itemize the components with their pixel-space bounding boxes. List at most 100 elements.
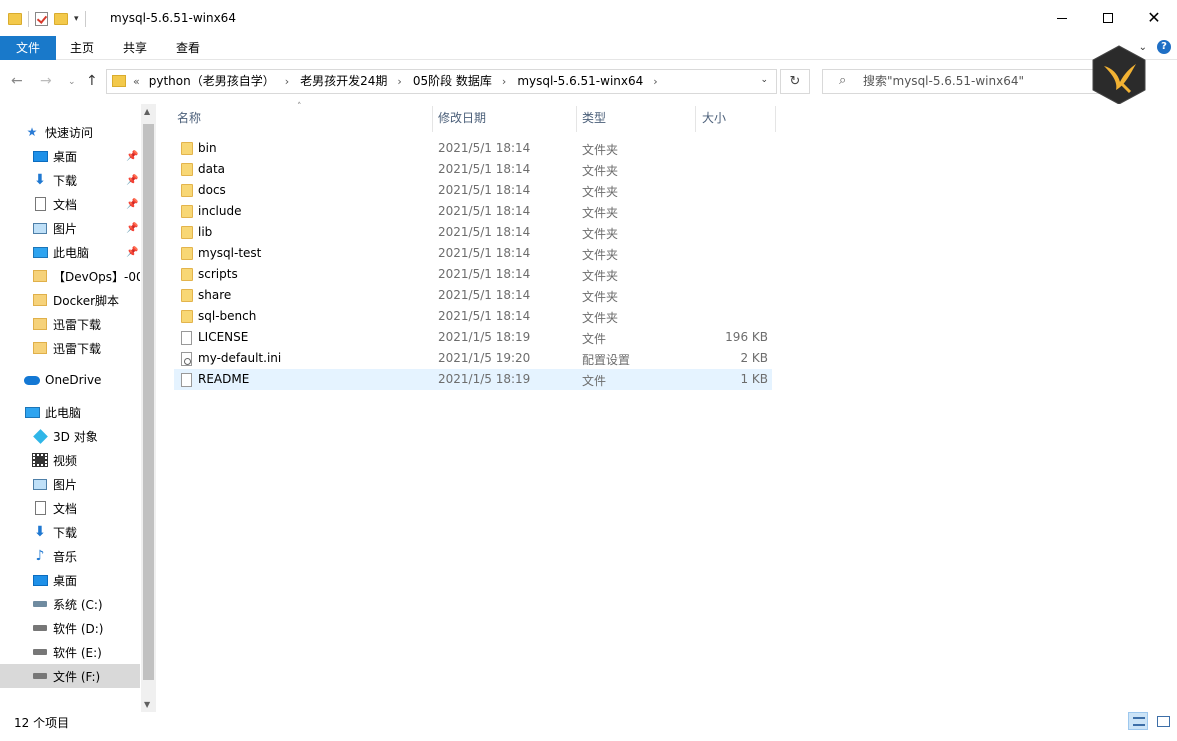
tab-home[interactable]: 主页 (56, 36, 108, 60)
file-row[interactable]: LICENSE 2021/1/5 18:19 文件 196 KB (174, 327, 772, 348)
file-row[interactable]: share 2021/5/1 18:14 文件夹 (174, 285, 772, 306)
column-header-date[interactable]: 修改日期 (438, 104, 486, 132)
tab-file[interactable]: 文件 (0, 36, 56, 60)
column-header-size[interactable]: 大小 (702, 104, 726, 132)
address-bar[interactable]: « python（老男孩自学） › 老男孩开发24期 › 05阶段 数据库 › … (106, 69, 777, 94)
breadcrumb-separator[interactable]: › (643, 70, 668, 93)
file-list: ˄ 名称 修改日期 类型 大小 bin 2021/5/1 18:14 文件夹 d… (157, 102, 1177, 712)
sidebar-item-downloads[interactable]: ⬇ 下载 📌 (0, 168, 140, 192)
file-row[interactable]: mysql-test 2021/5/1 18:14 文件夹 (174, 243, 772, 264)
back-arrow-icon[interactable]: ← (11, 73, 23, 89)
breadcrumb-separator[interactable]: › (275, 70, 300, 93)
sidebar-scrollbar[interactable]: ▲ ▼ (141, 104, 156, 712)
column-divider[interactable] (695, 106, 696, 132)
file-row[interactable]: my-default.ini 2021/1/5 19:20 配置设置 2 KB (174, 348, 772, 369)
file-row[interactable]: scripts 2021/5/1 18:14 文件夹 (174, 264, 772, 285)
3d-objects-icon (32, 428, 48, 444)
sidebar-item-downloads-pc[interactable]: ⬇ 下载 (0, 520, 140, 544)
new-folder-icon[interactable] (54, 13, 68, 25)
quick-access-toolbar: ▾ (8, 10, 86, 28)
sidebar-item-drive-d[interactable]: 软件 (D:) (0, 616, 140, 640)
file-name: lib (198, 225, 213, 239)
file-row[interactable]: docs 2021/5/1 18:14 文件夹 (174, 180, 772, 201)
customize-toolbar-chevron-icon[interactable]: ▾ (74, 14, 79, 24)
file-row[interactable]: sql-bench 2021/5/1 18:14 文件夹 (174, 306, 772, 327)
sidebar-item-pictures[interactable]: 图片 📌 (0, 216, 140, 240)
forward-arrow-icon[interactable]: → (40, 73, 52, 89)
file-row[interactable]: lib 2021/5/1 18:14 文件夹 (174, 222, 772, 243)
sidebar-item-label: 此电脑 (45, 405, 82, 420)
desktop-icon (32, 573, 48, 587)
search-box[interactable]: ⌕ 搜索"mysql-5.6.51-winx64" (822, 69, 1122, 94)
maximize-icon (1103, 13, 1113, 23)
pin-icon[interactable]: 📌 (126, 247, 138, 258)
sidebar-item-3d-objects[interactable]: 3D 对象 (0, 424, 140, 448)
close-icon: ✕ (1147, 8, 1161, 27)
file-row[interactable]: README 2021/1/5 18:19 文件 1 KB (174, 369, 772, 390)
computer-icon (24, 405, 40, 419)
column-header-name[interactable]: 名称 (177, 104, 201, 132)
sidebar-item-videos[interactable]: 视频 (0, 448, 140, 472)
breadcrumb-overflow[interactable]: « (133, 70, 149, 93)
file-name: bin (198, 141, 217, 155)
sidebar-item-devops[interactable]: 【DevOps】-00 (0, 264, 140, 288)
sidebar-item-this-pc-pinned[interactable]: 此电脑 📌 (0, 240, 140, 264)
file-row[interactable]: bin 2021/5/1 18:14 文件夹 (174, 138, 772, 159)
hummingbird-app-logo-icon[interactable] (1090, 44, 1148, 106)
details-view-button[interactable] (1128, 712, 1148, 730)
recent-locations-chevron-icon[interactable]: ⌄ (68, 77, 76, 87)
breadcrumb-item[interactable]: 老男孩开发24期 (300, 70, 387, 93)
sidebar-item-drive-f[interactable]: 文件 (F:) (0, 664, 140, 688)
scroll-up-icon[interactable]: ▲ (144, 107, 150, 116)
sidebar-item-desktop-pc[interactable]: 桌面 (0, 568, 140, 592)
help-icon[interactable]: ? (1157, 40, 1171, 54)
breadcrumb-separator[interactable]: › (387, 70, 412, 93)
folder-icon[interactable] (8, 13, 22, 25)
breadcrumb-separator[interactable]: › (492, 70, 517, 93)
scroll-down-icon[interactable]: ▼ (144, 700, 150, 709)
sidebar-item-drive-c[interactable]: 系统 (C:) (0, 592, 140, 616)
breadcrumb-item[interactable]: python（老男孩自学） (149, 70, 275, 93)
file-type: 文件夹 (582, 227, 619, 241)
properties-icon[interactable] (35, 12, 48, 26)
up-arrow-icon[interactable]: ↑ (86, 73, 98, 89)
sidebar-item-onedrive[interactable]: OneDrive (0, 368, 140, 392)
file-row[interactable]: data 2021/5/1 18:14 文件夹 (174, 159, 772, 180)
column-divider[interactable] (432, 106, 433, 132)
sidebar-item-music[interactable]: ♪ 音乐 (0, 544, 140, 568)
breadcrumb-item[interactable]: mysql-5.6.51-winx64 (517, 70, 643, 93)
file-row[interactable]: include 2021/5/1 18:14 文件夹 (174, 201, 772, 222)
large-icons-view-button[interactable] (1153, 712, 1173, 730)
sidebar-item-xunlei-downloads-2[interactable]: 迅雷下载 (0, 336, 140, 360)
sidebar-item-documents[interactable]: 文档 📌 (0, 192, 140, 216)
sidebar-item-pictures-pc[interactable]: 图片 (0, 472, 140, 496)
picture-icon (32, 477, 48, 491)
pin-icon[interactable]: 📌 (126, 223, 138, 234)
pin-icon[interactable]: 📌 (126, 151, 138, 162)
breadcrumb-item[interactable]: 05阶段 数据库 (413, 70, 492, 93)
file-date: 2021/5/1 18:14 (438, 204, 531, 218)
search-input[interactable]: 搜索"mysql-5.6.51-winx64" (863, 70, 1024, 93)
file-name: mysql-test (198, 246, 262, 260)
tab-share[interactable]: 共享 (108, 36, 162, 60)
pin-icon[interactable]: 📌 (126, 175, 138, 186)
sidebar-item-docker-scripts[interactable]: Docker脚本 (0, 288, 140, 312)
column-header-type[interactable]: 类型 (582, 104, 606, 132)
column-divider[interactable] (775, 106, 776, 132)
sidebar-item-this-pc[interactable]: 此电脑 (0, 400, 140, 424)
sidebar-item-drive-e[interactable]: 软件 (E:) (0, 640, 140, 664)
file-date: 2021/5/1 18:14 (438, 225, 531, 239)
close-button[interactable]: ✕ (1131, 0, 1177, 36)
address-history-chevron-icon[interactable]: ⌄ (760, 75, 768, 85)
sidebar-item-quick-access[interactable]: ★ 快速访问 (0, 120, 140, 144)
maximize-button[interactable] (1085, 0, 1131, 36)
sidebar-item-documents-pc[interactable]: 文档 (0, 496, 140, 520)
scrollbar-thumb[interactable] (143, 124, 154, 680)
minimize-button[interactable] (1039, 0, 1085, 36)
sidebar-item-xunlei-downloads[interactable]: 迅雷下载 (0, 312, 140, 336)
refresh-button[interactable]: ↻ (780, 69, 810, 94)
sidebar-item-desktop[interactable]: 桌面 📌 (0, 144, 140, 168)
column-divider[interactable] (576, 106, 577, 132)
tab-view[interactable]: 查看 (162, 36, 214, 60)
pin-icon[interactable]: 📌 (126, 199, 138, 210)
